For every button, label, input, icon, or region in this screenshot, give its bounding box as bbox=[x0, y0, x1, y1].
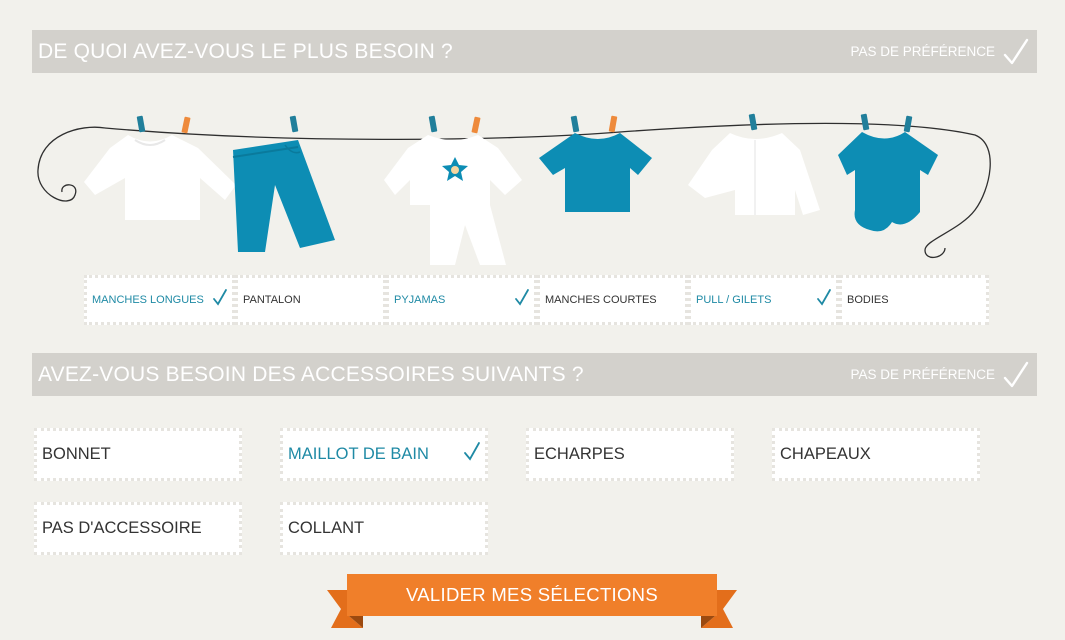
section-title-accessories: AVEZ-VOUS BESOIN DES ACCESSOIRES SUIVANT… bbox=[38, 363, 584, 386]
accessory-bonnet[interactable]: BONNET bbox=[34, 428, 242, 481]
check-icon bbox=[213, 289, 227, 306]
no-preference-label: PAS DE PRÉFÉRENCE bbox=[850, 367, 995, 382]
section-title-needs: DE QUOI AVEZ-VOUS LE PLUS BESOIN ? bbox=[38, 40, 453, 63]
check-icon bbox=[1003, 361, 1029, 387]
accessory-label: MAILLOT DE BAIN bbox=[288, 445, 429, 463]
accessory-collant[interactable]: COLLANT bbox=[280, 502, 488, 555]
check-icon bbox=[1003, 38, 1029, 64]
accessory-label: COLLANT bbox=[288, 519, 365, 537]
accessory-label: BONNET bbox=[42, 445, 111, 463]
no-preference-label: PAS DE PRÉFÉRENCE bbox=[850, 44, 995, 59]
category-bodies[interactable]: BODIES bbox=[839, 275, 989, 325]
check-icon bbox=[515, 289, 529, 306]
pants-icon[interactable] bbox=[232, 140, 335, 252]
category-pyjamas[interactable]: PYJAMAS bbox=[386, 275, 537, 325]
accessory-maillot-de-bain[interactable]: MAILLOT DE BAIN bbox=[280, 428, 488, 481]
section-header-accessories: AVEZ-VOUS BESOIN DES ACCESSOIRES SUIVANT… bbox=[32, 353, 1037, 396]
bodysuit-icon[interactable] bbox=[838, 132, 938, 232]
pyjamas-icon[interactable] bbox=[384, 135, 522, 265]
category-label: MANCHES COURTES bbox=[545, 294, 657, 306]
category-pantalon[interactable]: PANTALON bbox=[235, 275, 386, 325]
tshirt-icon[interactable] bbox=[539, 133, 652, 212]
category-manches-longues[interactable]: MANCHES LONGUES bbox=[84, 275, 235, 325]
category-label: PYJAMAS bbox=[394, 294, 446, 306]
check-icon bbox=[817, 289, 831, 306]
validate-button-label: VALIDER MES SÉLECTIONS bbox=[406, 584, 658, 605]
long-sleeve-shirt-icon[interactable] bbox=[84, 135, 236, 220]
category-pull-gilets[interactable]: PULL / GILETS bbox=[688, 275, 839, 325]
section-header-needs: DE QUOI AVEZ-VOUS LE PLUS BESOIN ? PAS D… bbox=[32, 30, 1037, 73]
cardigan-icon[interactable] bbox=[688, 133, 820, 215]
accessory-pas-d-accessoire[interactable]: PAS D'ACCESSOIRE bbox=[34, 502, 242, 555]
clothesline-illustration bbox=[37, 113, 991, 265]
category-label: BODIES bbox=[847, 294, 889, 306]
no-preference-toggle-needs[interactable]: PAS DE PRÉFÉRENCE bbox=[850, 30, 1029, 73]
category-manches-courtes[interactable]: MANCHES COURTES bbox=[537, 275, 688, 325]
category-label: PULL / GILETS bbox=[696, 294, 772, 306]
category-label: PANTALON bbox=[243, 294, 301, 306]
accessory-label: ECHARPES bbox=[534, 445, 625, 463]
accessory-label: PAS D'ACCESSOIRE bbox=[42, 519, 202, 537]
accessory-label: CHAPEAUX bbox=[780, 445, 871, 463]
category-label: MANCHES LONGUES bbox=[92, 294, 204, 306]
no-preference-toggle-accessories[interactable]: PAS DE PRÉFÉRENCE bbox=[850, 353, 1029, 396]
validate-selections-button[interactable]: VALIDER MES SÉLECTIONS bbox=[327, 574, 737, 628]
accessory-chapeaux[interactable]: CHAPEAUX bbox=[772, 428, 980, 481]
accessory-echarpes[interactable]: ECHARPES bbox=[526, 428, 734, 481]
check-icon bbox=[464, 442, 480, 461]
